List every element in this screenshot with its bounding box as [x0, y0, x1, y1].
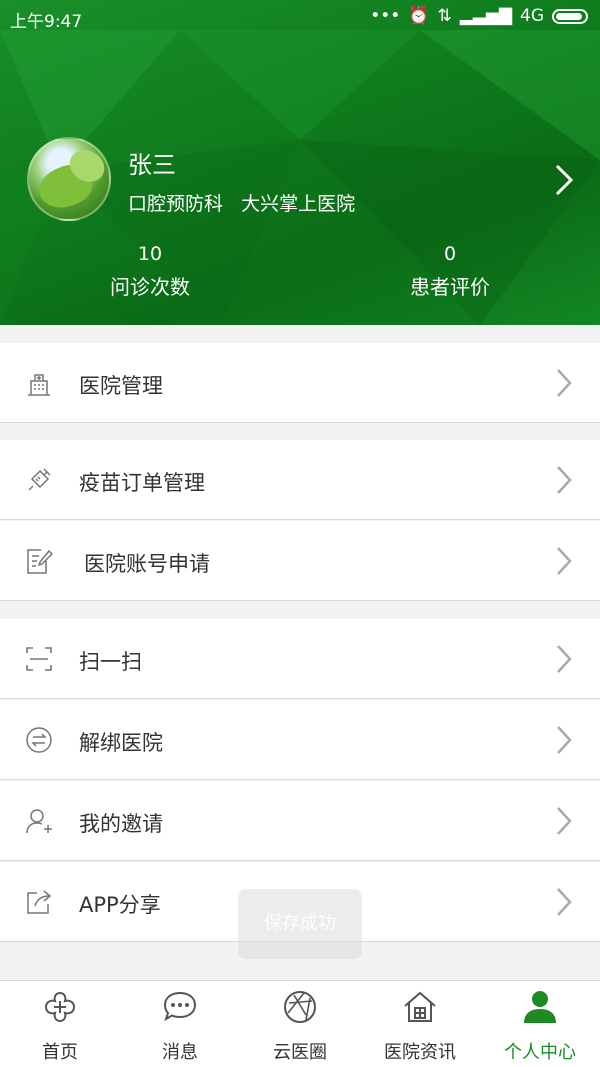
menu-label: 我的邀请 [79, 812, 163, 836]
department-label: 口腔预防科 [128, 193, 224, 215]
tab-hospital-news[interactable]: 医院资讯 [360, 981, 480, 1067]
chevron-right-icon [557, 645, 572, 673]
consultation-count-label: 问诊次数 [110, 275, 190, 299]
patient-review-label: 患者评价 [410, 275, 490, 299]
aperture-icon [284, 991, 316, 1023]
alarm-icon: ⏰ [408, 6, 430, 26]
data-transfer-icon: ⇅ [437, 6, 452, 26]
hospital-building-icon [28, 374, 50, 396]
hospital-label: 大兴掌上医院 [241, 193, 356, 215]
tab-home[interactable]: 首页 [0, 981, 120, 1067]
scan-frame-icon [26, 647, 52, 671]
doctor-name: 张三 [128, 151, 176, 179]
home-clover-icon [44, 991, 76, 1023]
menu-label: APP分享 [79, 893, 161, 917]
exchange-circle-icon [26, 727, 52, 753]
person-icon [524, 991, 556, 1023]
menu-label: 疫苗订单管理 [79, 471, 205, 495]
bottom-tab-bar: 首页 消息 云医圈 医院资讯 个人中心 [0, 980, 600, 1067]
tab-cloud-circle[interactable]: 云医圈 [240, 981, 360, 1067]
patient-review-count: 0 [443, 243, 457, 265]
battery-icon [552, 8, 588, 24]
chevron-right-icon [557, 547, 572, 575]
chat-bubble-icon [163, 991, 197, 1022]
more-dots-icon: ••• [370, 6, 401, 26]
patient-review-stat[interactable]: 0 患者评价 [300, 243, 600, 300]
menu-item-my-invitations[interactable]: 我的邀请 [0, 781, 600, 861]
syringe-icon [28, 468, 51, 491]
status-time: 上午9:47 [10, 12, 83, 32]
tab-label: 云医圈 [273, 1042, 327, 1063]
profile-chevron-right-icon[interactable] [552, 163, 576, 197]
menu-item-unbind-hospital[interactable]: 解绑医院 [0, 700, 600, 780]
signal-bars-icon: ▂▃▅▇ [459, 6, 512, 26]
hospital-house-icon [404, 991, 436, 1022]
tab-label: 首页 [42, 1042, 78, 1063]
share-icon [27, 890, 52, 914]
consultation-count: 10 [137, 243, 163, 265]
profile-header: 上午9:47 ••• ⏰ ⇅ ▂▃▅▇ 4G 张三 口腔预防科 大兴掌上医院 1… [0, 0, 600, 325]
menu-label: 医院管理 [79, 374, 163, 398]
tab-personal-center[interactable]: 个人中心 [480, 981, 600, 1067]
menu-item-account-application[interactable]: 医院账号申请 [0, 521, 600, 601]
tab-label: 医院资讯 [384, 1042, 456, 1063]
menu-label: 医院账号申请 [84, 552, 210, 576]
consultation-count-stat[interactable]: 10 问诊次数 [0, 243, 300, 300]
tab-label: 个人中心 [504, 1042, 576, 1063]
edit-form-icon [27, 549, 53, 574]
doctor-affiliation: 口腔预防科 大兴掌上医院 [128, 189, 355, 216]
toast-message: 保存成功 [238, 889, 362, 959]
chevron-right-icon [557, 726, 572, 754]
add-user-icon [26, 809, 52, 834]
chevron-right-icon [557, 888, 572, 916]
chevron-right-icon [557, 807, 572, 835]
menu-item-vaccine-orders[interactable]: 疫苗订单管理 [0, 440, 600, 520]
network-type: 4G [520, 6, 544, 26]
status-bar: 上午9:47 ••• ⏰ ⇅ ▂▃▅▇ 4G [0, 0, 600, 34]
menu-label: 解绑医院 [79, 731, 163, 755]
avatar[interactable] [27, 137, 111, 221]
chevron-right-icon [557, 466, 572, 494]
menu-item-hospital-management[interactable]: 医院管理 [0, 343, 600, 423]
menu-item-scan[interactable]: 扫一扫 [0, 619, 600, 699]
tab-messages[interactable]: 消息 [120, 981, 240, 1067]
tab-label: 消息 [162, 1042, 198, 1063]
chevron-right-icon [557, 369, 572, 397]
menu-label: 扫一扫 [79, 650, 142, 674]
